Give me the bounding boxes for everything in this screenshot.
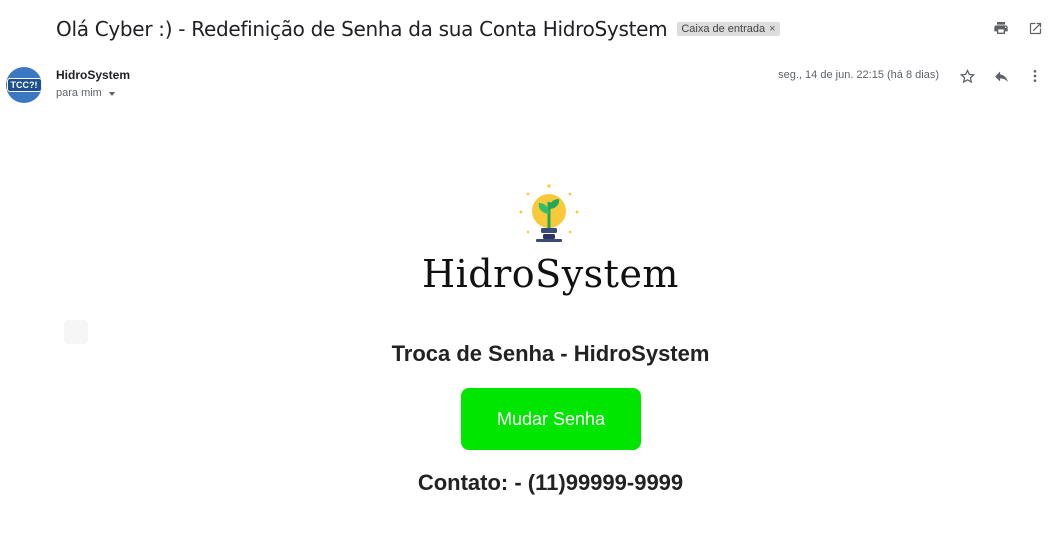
sender-avatar[interactable]: TCC?! — [6, 67, 42, 103]
sender-name[interactable]: HidroSystem — [56, 68, 130, 82]
change-password-button[interactable]: Mudar Senha — [461, 388, 641, 450]
email-date: seg., 14 de jun. 22:15 (há 8 dias) — [778, 69, 939, 81]
more-vert-icon[interactable] — [1025, 66, 1045, 86]
thread-actions — [991, 18, 1045, 38]
print-icon[interactable] — [991, 18, 1011, 38]
brand-wordmark: HidroSystem — [422, 252, 679, 296]
inbox-label-chip[interactable]: Caixa de entrada × — [677, 22, 780, 36]
message-actions — [957, 66, 1045, 86]
recipient-text: para mim — [56, 87, 102, 99]
star-icon[interactable] — [957, 66, 977, 86]
remove-label-icon[interactable]: × — [769, 23, 775, 35]
open-in-new-window-icon[interactable] — [1025, 18, 1045, 38]
avatar-badge-text: TCC?! — [6, 78, 42, 92]
inbox-label-text: Caixa de entrada — [681, 23, 766, 35]
email-subject: Olá Cyber :) - Redefinição de Senha da s… — [56, 17, 668, 41]
recipient-details[interactable]: para mim — [56, 87, 115, 99]
contact-phone: Contato: - (11)99999-9999 — [417, 470, 684, 495]
reply-icon[interactable] — [991, 66, 1011, 86]
email-heading: Troca de Senha - HidroSystem — [391, 341, 710, 366]
chevron-down-icon[interactable] — [108, 92, 115, 96]
email-subject-row: Olá Cyber :) - Redefinição de Senha da s… — [56, 14, 780, 44]
lightbulb-plant-logo-icon — [516, 182, 582, 248]
